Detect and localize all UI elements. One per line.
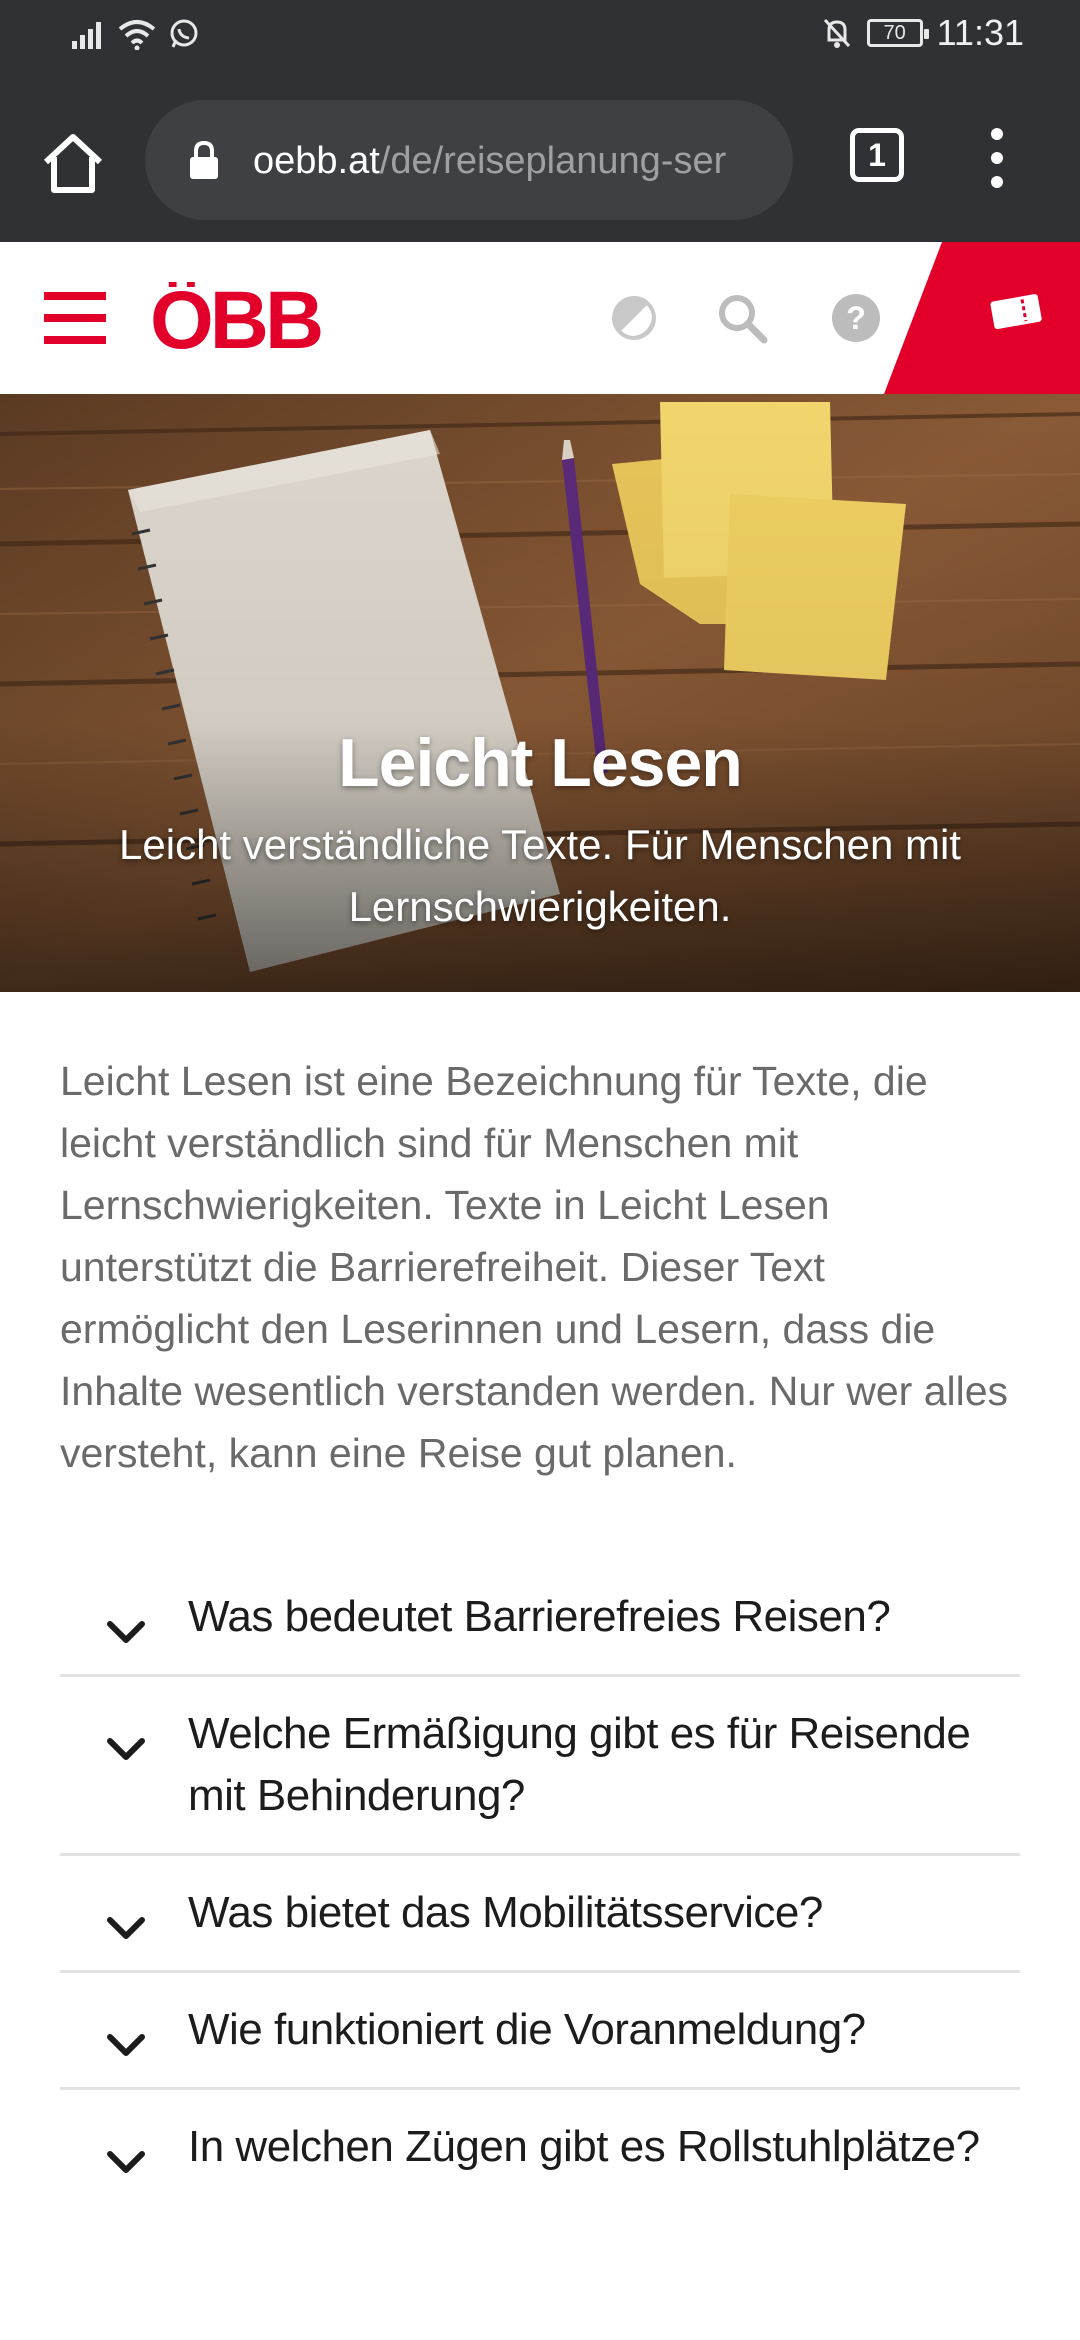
faq-accordion: Was bedeutet Barrierefreies Reisen? Welc… <box>60 1560 1020 2204</box>
battery-icon: 70 <box>866 19 929 47</box>
faq-item[interactable]: Wie funktioniert die Voranmeldung? <box>60 1973 1020 2090</box>
faq-item-label: Was bedeutet Barrierefreies Reisen? <box>188 1592 891 1641</box>
chevron-down-icon[interactable] <box>106 2031 146 2059</box>
url-host: oebb.at <box>253 140 380 182</box>
search-icon[interactable] <box>716 292 768 344</box>
logo-text: ÖBB <box>150 282 321 354</box>
site-header: ÖBB ? <box>0 242 1080 394</box>
status-bar: 70 11:31 <box>0 0 1080 72</box>
svg-text:?: ? <box>846 300 866 336</box>
faq-item[interactable]: In welchen Zügen gibt es Rollstuhlplätze… <box>60 2090 1020 2204</box>
faq-item[interactable]: Welche Ermäßigung gibt es für Reisende m… <box>60 1677 1020 1856</box>
ticket-button[interactable] <box>884 242 1080 394</box>
faq-item-label: Welche Ermäßigung gibt es für Reisende m… <box>188 1709 971 1820</box>
mute-icon <box>823 18 850 48</box>
url-text[interactable]: oebb.at/de/reiseplanung-ser <box>253 136 765 186</box>
lock-icon <box>190 140 218 179</box>
hero-subtitle: Leicht verständliche Texte. Für Menschen… <box>119 821 961 930</box>
chevron-down-icon[interactable] <box>106 1735 146 1763</box>
faq-item-label: In welchen Zügen gibt es Rollstuhlplätze… <box>188 2122 980 2171</box>
signal-icon <box>72 22 101 49</box>
intro-paragraph: Leicht Lesen ist eine Bezeichnung für Te… <box>60 1058 1009 1476</box>
faq-item-label: Wie funktioniert die Voranmeldung? <box>188 2005 866 2054</box>
faq-item[interactable]: Was bedeutet Barrierefreies Reisen? <box>60 1560 1020 1677</box>
page-title: Leicht Lesen <box>338 725 743 801</box>
more-options-icon[interactable] <box>985 128 1009 192</box>
chevron-down-icon[interactable] <box>106 2148 146 2176</box>
contrast-icon[interactable] <box>608 292 660 344</box>
whatsapp-icon <box>170 19 198 48</box>
url-path: /de/reiseplanung-ser <box>379 140 727 182</box>
home-icon[interactable] <box>38 128 108 198</box>
tab-switcher-button[interactable]: 1 <box>850 128 904 182</box>
status-icons-right: 70 11:31 <box>821 12 1024 54</box>
oebb-logo[interactable]: ÖBB <box>150 282 360 354</box>
wifi-icon <box>118 20 156 50</box>
faq-item[interactable]: Was bietet das Mobilitätsservice? <box>60 1856 1020 1973</box>
menu-icon[interactable] <box>44 292 106 344</box>
clock: 11:31 <box>936 12 1024 53</box>
hero-text: Leicht Lesen Leicht verständliche Texte.… <box>0 724 1080 938</box>
hero-banner: Leicht Lesen Leicht verständliche Texte.… <box>0 394 1080 992</box>
address-bar[interactable]: oebb.at/de/reiseplanung-ser <box>145 100 793 220</box>
browser-toolbar: oebb.at/de/reiseplanung-ser 1 <box>0 72 1080 242</box>
help-icon[interactable]: ? <box>830 292 882 344</box>
status-icons-left <box>72 18 200 50</box>
chevron-down-icon[interactable] <box>106 1618 146 1646</box>
faq-item-label: Was bietet das Mobilitätsservice? <box>188 1888 823 1937</box>
chevron-down-icon[interactable] <box>106 1914 146 1942</box>
